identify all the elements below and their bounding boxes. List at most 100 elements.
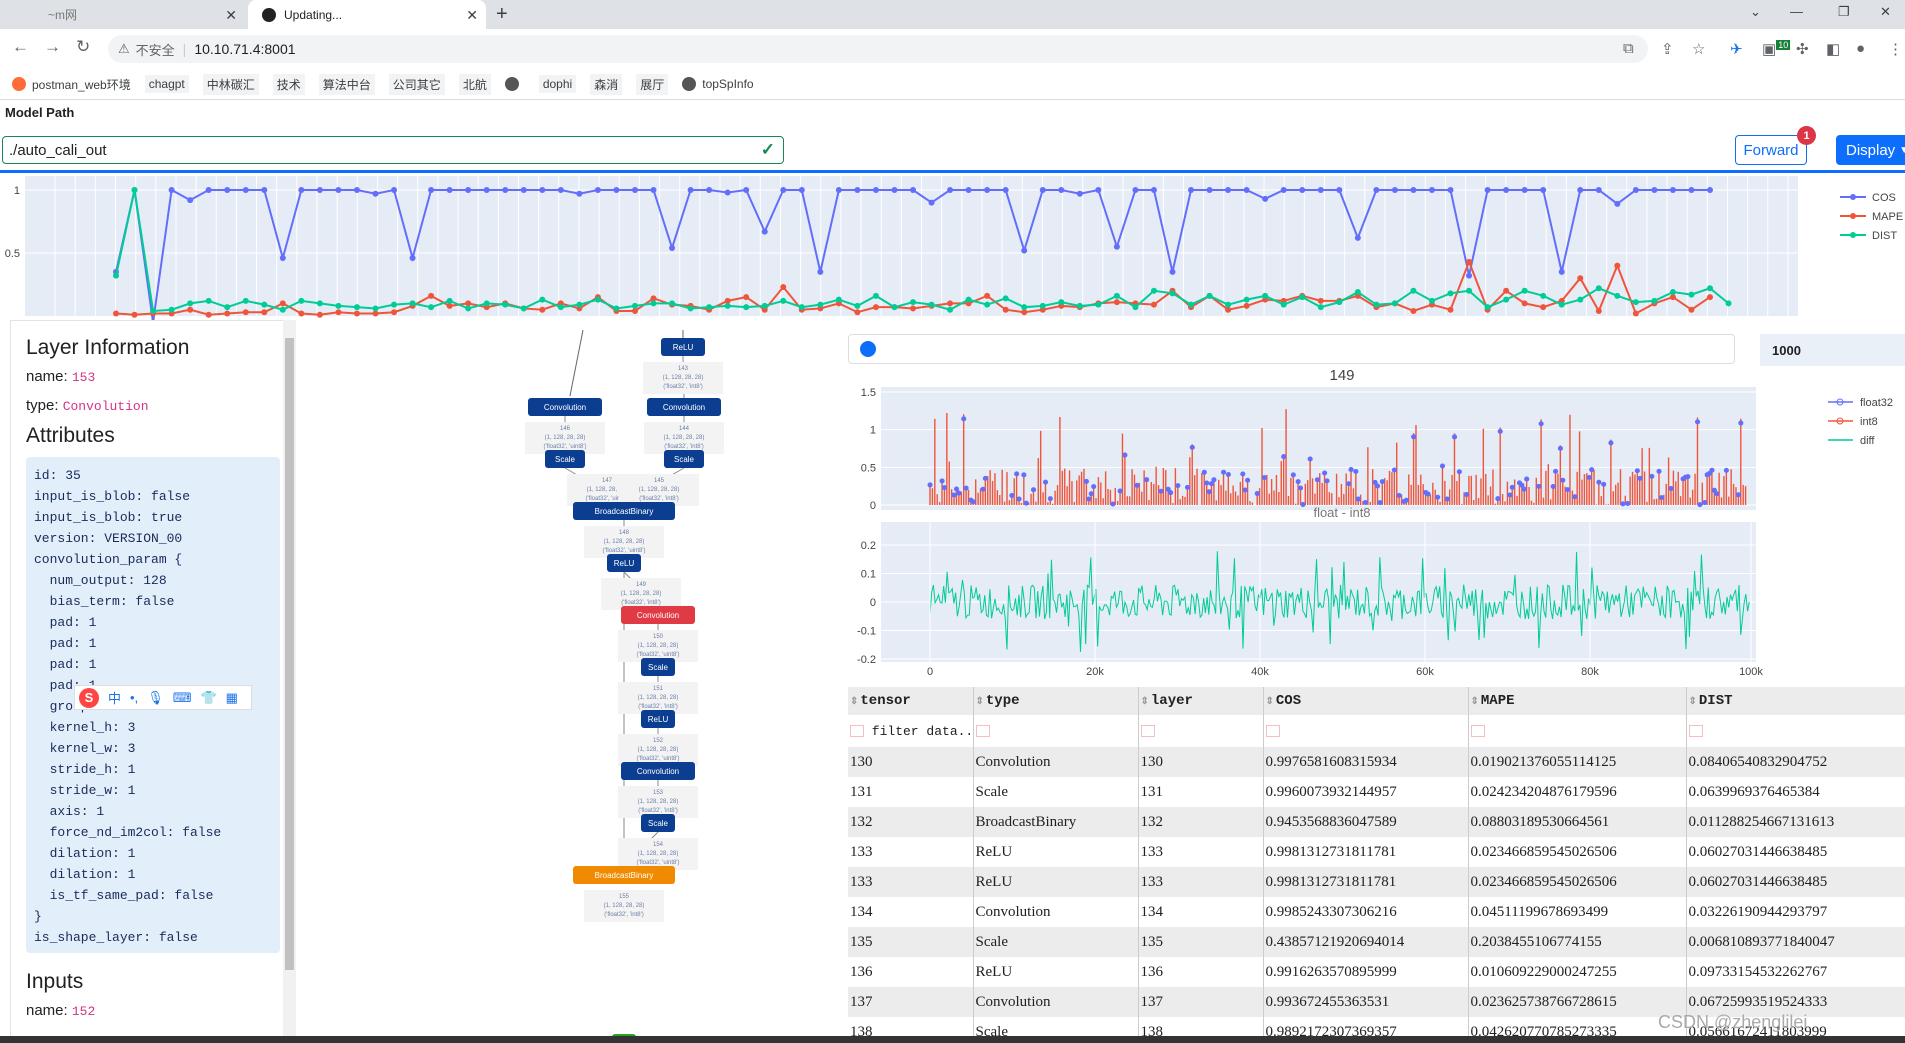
data-point	[1021, 304, 1028, 311]
tensor-slider[interactable]	[848, 334, 1735, 364]
data-point	[1391, 187, 1398, 193]
filter-checkbox[interactable]	[1688, 725, 1703, 738]
puzzle-icon[interactable]: ✣	[1796, 40, 1809, 58]
model-path-input[interactable]: ./auto_cali_out ✓	[2, 136, 784, 164]
filter-checkbox[interactable]	[975, 725, 990, 738]
bookmark[interactable]: 公司其它	[388, 73, 445, 95]
bookmark[interactable]: 北航	[458, 73, 491, 95]
filter-checkbox[interactable]	[850, 725, 864, 738]
filter-cell[interactable]	[1263, 715, 1469, 747]
scrollbar-thumb[interactable]	[285, 338, 294, 970]
filter-checkbox[interactable]	[1265, 725, 1280, 738]
ime-punct[interactable]: •,	[130, 690, 138, 705]
ime-lang[interactable]: 中	[108, 688, 121, 707]
extension-badge-icon[interactable]: ▣ 10	[1762, 40, 1791, 58]
x-tick-label: 0	[927, 666, 933, 678]
metrics-chart[interactable]: 1 0.5 COS MAPE DIST	[0, 176, 1905, 324]
data-point	[1206, 187, 1213, 193]
translate-icon[interactable]: ⧉	[1623, 40, 1634, 57]
star-icon[interactable]: ☆	[1692, 40, 1705, 58]
table-row[interactable]: 131 Scale 131 0.9960073932144957 0.024234204…	[848, 777, 1905, 807]
close-tab-icon[interactable]: ✕	[225, 7, 237, 24]
table-row[interactable]: 136 ReLU 136 0.9916263570895999 0.0106092290…	[848, 957, 1905, 987]
display-dropdown-button[interactable]: Display ▼	[1836, 135, 1905, 165]
sort-icon[interactable]: ⇕	[1266, 697, 1274, 708]
sort-icon[interactable]: ⇕	[1141, 697, 1149, 708]
column-header[interactable]: ⇕ MAPE	[1468, 687, 1687, 715]
bookmark[interactable]: 技术	[272, 73, 305, 95]
inputs-title: Inputs	[26, 970, 84, 993]
minimize-icon[interactable]: —	[1790, 4, 1803, 19]
maximize-icon[interactable]: ❐	[1838, 4, 1850, 20]
sidepanel-icon[interactable]: ◧	[1826, 40, 1840, 58]
close-tab-icon[interactable]: ✕	[466, 7, 478, 24]
graph-node-label: BroadcastBinary	[595, 507, 654, 516]
data-point	[761, 302, 768, 309]
profile-icon[interactable]: ●	[1856, 40, 1865, 57]
filter-cell[interactable]	[1468, 715, 1687, 747]
tab-search-icon[interactable]: ⌄	[1750, 4, 1761, 20]
skin-icon[interactable]: 👕	[200, 690, 216, 706]
data-point	[1614, 200, 1621, 207]
sort-icon[interactable]: ⇕	[1689, 697, 1697, 708]
forward-nav-icon[interactable]: →	[44, 37, 61, 57]
filter-checkbox[interactable]	[1470, 725, 1485, 738]
table-row[interactable]: 135 Scale 135 0.43857121920694014 0.20384551…	[848, 927, 1905, 957]
bookmark[interactable]: 中林碳汇	[202, 73, 259, 95]
bookmark[interactable]: postman_web环境	[12, 76, 131, 93]
slider-handle[interactable]	[860, 341, 876, 357]
data-point	[1076, 190, 1083, 197]
sort-icon[interactable]: ⇕	[850, 697, 858, 708]
column-header[interactable]: ⇕ type	[973, 687, 1139, 715]
sort-icon[interactable]: ⇕	[1471, 697, 1479, 708]
table-row[interactable]: 132 BroadcastBinary 132 0.9453568836047589 0…	[848, 807, 1905, 837]
bookmark[interactable]: 算法中台	[318, 73, 375, 95]
filter-cell[interactable]: filter data...	[848, 715, 974, 747]
filter-cell[interactable]	[1138, 715, 1264, 747]
data-point	[594, 187, 601, 193]
browser-tab-active[interactable]: Updating... ✕	[248, 0, 486, 29]
bookmark[interactable]: dophi	[538, 75, 577, 93]
filter-input[interactable]: filter data...	[864, 724, 972, 739]
extension-icon[interactable]: ✈	[1730, 40, 1743, 58]
ime-toolbar[interactable]: S 中 •, 🎙 ⌨ 👕 ▦	[74, 685, 252, 710]
data-point	[131, 311, 138, 318]
bookmark[interactable]: 展厅	[636, 73, 669, 95]
filter-cell[interactable]	[1686, 715, 1905, 747]
bookmark[interactable]: 森消	[590, 73, 623, 95]
mic-icon[interactable]: 🎙	[147, 690, 164, 706]
column-header[interactable]: ⇕ DIST	[1686, 687, 1905, 715]
grid-icon[interactable]: ▦	[226, 690, 238, 706]
data-point	[520, 305, 527, 312]
y-tick-label: 0.2	[861, 540, 876, 552]
column-header[interactable]: ⇕ tensor	[848, 687, 974, 715]
browser-tab[interactable]: ~m网 ✕	[0, 0, 245, 29]
table-row[interactable]: 133 ReLU 133 0.9981312731811781 0.0234668595…	[848, 837, 1905, 867]
column-header[interactable]: ⇕ layer	[1138, 687, 1264, 715]
forward-button[interactable]: Forward 1	[1735, 126, 1816, 165]
share-icon[interactable]: ⇪	[1661, 40, 1674, 58]
table-row[interactable]: 130 Convolution 130 0.9976581608315934 0.019…	[848, 747, 1905, 777]
data-point	[1595, 307, 1602, 314]
bookmark[interactable]: topSpInfo	[682, 77, 754, 91]
bookmark[interactable]: chagpt	[144, 75, 189, 93]
table-row[interactable]: 134 Convolution 134 0.9985243307306216 0.045…	[848, 897, 1905, 927]
table-row[interactable]: 133 ReLU 133 0.9981312731811781 0.0234668595…	[848, 867, 1905, 897]
filter-cell[interactable]	[973, 715, 1139, 747]
filter-checkbox[interactable]	[1140, 725, 1155, 738]
new-tab-icon[interactable]: +	[496, 3, 508, 26]
column-header[interactable]: ⇕ COS	[1263, 687, 1469, 715]
close-window-icon[interactable]: ✕	[1880, 4, 1891, 20]
bookmark[interactable]	[504, 77, 525, 91]
menu-icon[interactable]: ⋮	[1888, 40, 1903, 58]
data-point	[928, 199, 935, 206]
reload-icon[interactable]: ↻	[76, 37, 90, 57]
back-icon[interactable]: ←	[12, 37, 29, 57]
data-point	[1577, 296, 1584, 303]
network-graph[interactable]: 143 (1, 128, 28, 28) ('float32', 'int8') 14…	[300, 330, 845, 1043]
url-bar[interactable]: ⚠ 不安全 | 10.10.71.4:8001	[108, 35, 1648, 63]
sort-icon[interactable]: ⇕	[976, 697, 984, 708]
tensor-charts[interactable]: 149 1.5 1 0.5 0 float - int8 0.2 0.1 0 -0.1 -0.2 0 2…	[848, 362, 1905, 682]
data-point	[761, 228, 768, 235]
keyboard-icon[interactable]: ⌨	[173, 690, 192, 706]
